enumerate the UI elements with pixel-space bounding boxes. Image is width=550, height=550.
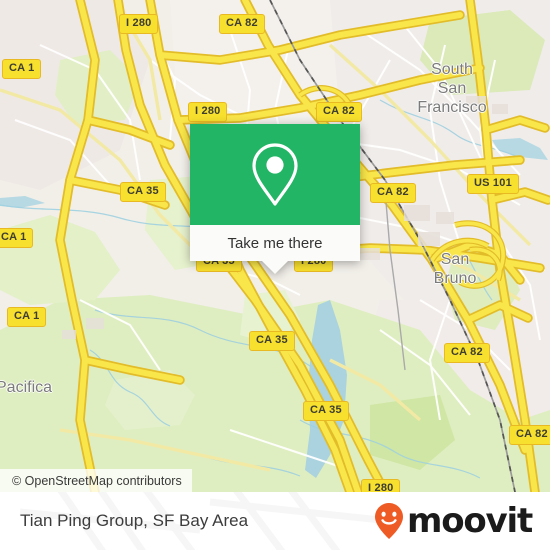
road-shield-i280: I 280 — [188, 102, 228, 122]
moovit-wordmark: moovit — [406, 501, 533, 541]
road-shield-ca35: CA 35 — [120, 182, 166, 202]
road-shield-ca82: CA 82 — [219, 14, 265, 34]
popup-pointer — [262, 261, 288, 274]
road-shield-i280: I 280 — [119, 14, 159, 34]
take-me-there-label: Take me there — [227, 234, 323, 252]
road-shield-ca1: CA 1 — [7, 307, 47, 327]
road-shield-us101: US 101 — [467, 174, 519, 194]
road-shield-i280: I 280 — [361, 479, 401, 492]
moovit-pin-smiley-icon — [374, 503, 403, 539]
road-shield-ca82: CA 82 — [509, 425, 550, 445]
road-shield-ca35: CA 35 — [303, 401, 349, 421]
destination-popup[interactable]: Take me there — [190, 124, 360, 274]
map-screenshot: South San Francisco San Bruno Pacifica I… — [0, 0, 550, 550]
page-title: Tian Ping Group, SF Bay Area — [20, 511, 249, 530]
road-shield-ca1: CA 1 — [0, 228, 34, 248]
map-canvas[interactable]: South San Francisco San Bruno Pacifica I… — [0, 0, 550, 492]
road-shield-ca82: CA 82 — [444, 343, 490, 363]
popup-image-area — [190, 124, 360, 225]
road-shield-ca82: CA 82 — [316, 102, 362, 122]
road-shield-ca35: CA 35 — [249, 331, 295, 351]
map-pin-icon — [252, 142, 298, 206]
moovit-logo: moovit — [374, 501, 533, 541]
osm-attribution[interactable]: © OpenStreetMap contributors — [0, 469, 192, 492]
road-shield-ca82: CA 82 — [370, 183, 416, 203]
road-shield-ca1: CA 1 — [2, 59, 42, 79]
osm-attribution-text: © OpenStreetMap contributors — [12, 473, 182, 488]
bottom-info-bar: Tian Ping Group, SF Bay Area moovit — [0, 492, 550, 550]
take-me-there-button[interactable]: Take me there — [190, 225, 360, 261]
